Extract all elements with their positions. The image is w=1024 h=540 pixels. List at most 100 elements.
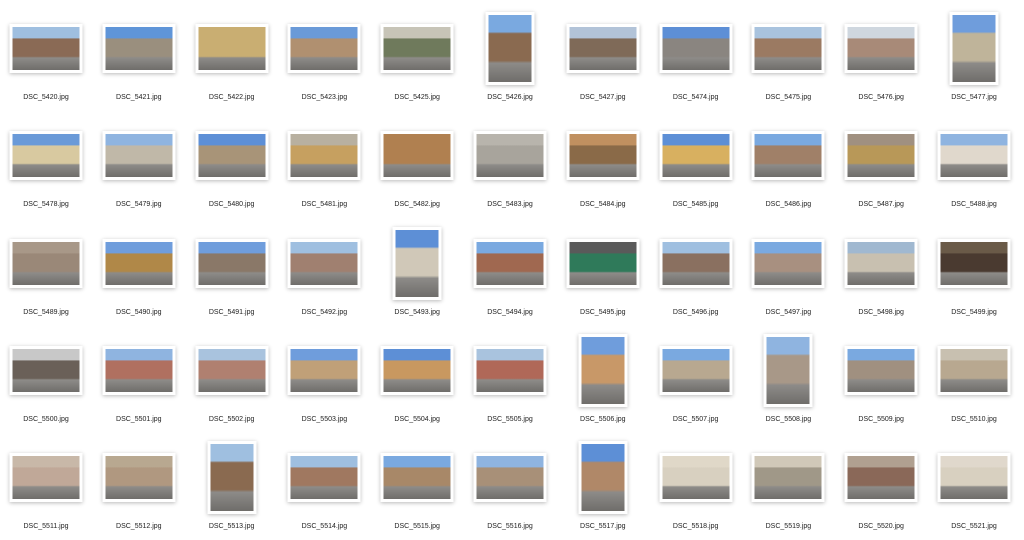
file-name-label[interactable]: DSC_5518.jpg [650, 523, 742, 530]
file-thumbnail[interactable] [195, 238, 269, 288]
file-thumbnail[interactable] [287, 238, 361, 288]
file-name-label[interactable]: DSC_5427.jpg [557, 94, 649, 101]
file-item[interactable]: DSC_5499.jpg [928, 219, 1020, 326]
file-thumbnail[interactable] [937, 238, 1011, 288]
file-name-label[interactable]: DSC_5519.jpg [742, 523, 834, 530]
file-name-label[interactable]: DSC_5520.jpg [835, 523, 927, 530]
file-name-label[interactable]: DSC_5514.jpg [278, 523, 370, 530]
file-item[interactable]: DSC_5491.jpg [186, 219, 278, 326]
file-thumbnail[interactable] [566, 131, 640, 181]
file-name-label[interactable]: DSC_5500.jpg [0, 416, 92, 423]
file-name-label[interactable]: DSC_5493.jpg [371, 309, 463, 316]
file-item[interactable]: DSC_5420.jpg [0, 4, 92, 111]
file-item[interactable]: DSC_5518.jpg [650, 433, 742, 540]
file-name-label[interactable]: DSC_5499.jpg [928, 309, 1020, 316]
file-thumbnail[interactable] [9, 453, 83, 503]
file-name-label[interactable]: DSC_5497.jpg [742, 309, 834, 316]
file-thumbnail[interactable] [659, 453, 733, 503]
file-thumbnail[interactable] [751, 238, 825, 288]
file-name-label[interactable]: DSC_5474.jpg [650, 94, 742, 101]
file-thumbnail[interactable] [937, 131, 1011, 181]
file-item[interactable]: DSC_5496.jpg [650, 219, 742, 326]
file-item[interactable]: DSC_5505.jpg [464, 326, 556, 433]
file-name-label[interactable]: DSC_5479.jpg [93, 201, 185, 208]
file-name-label[interactable]: DSC_5503.jpg [278, 416, 370, 423]
file-thumbnail[interactable] [763, 333, 813, 407]
file-thumbnail[interactable] [473, 238, 547, 288]
file-name-label[interactable]: DSC_5513.jpg [186, 523, 278, 530]
file-item[interactable]: DSC_5487.jpg [835, 111, 927, 218]
file-thumbnail[interactable] [578, 441, 628, 515]
file-item[interactable]: DSC_5483.jpg [464, 111, 556, 218]
file-thumbnail[interactable] [751, 131, 825, 181]
file-thumbnail[interactable] [844, 345, 918, 395]
file-thumbnail[interactable] [659, 345, 733, 395]
file-name-label[interactable]: DSC_5485.jpg [650, 201, 742, 208]
file-item[interactable]: DSC_5421.jpg [93, 4, 185, 111]
file-name-label[interactable]: DSC_5423.jpg [278, 94, 370, 101]
file-item[interactable]: DSC_5425.jpg [371, 4, 463, 111]
file-thumbnail[interactable] [844, 24, 918, 73]
file-item[interactable]: DSC_5495.jpg [557, 219, 649, 326]
file-thumbnail[interactable] [659, 131, 733, 181]
file-item[interactable]: DSC_5426.jpg [464, 4, 556, 111]
file-item[interactable]: DSC_5515.jpg [371, 433, 463, 540]
file-thumbnail[interactable] [751, 24, 825, 73]
file-thumbnail[interactable] [287, 453, 361, 503]
file-name-label[interactable]: DSC_5508.jpg [742, 416, 834, 423]
file-thumbnail[interactable] [102, 345, 176, 395]
file-thumbnail[interactable] [380, 345, 454, 395]
file-item[interactable]: DSC_5479.jpg [93, 111, 185, 218]
file-thumbnail[interactable] [566, 24, 640, 73]
file-name-label[interactable]: DSC_5510.jpg [928, 416, 1020, 423]
file-name-label[interactable]: DSC_5489.jpg [0, 309, 92, 316]
file-item[interactable]: DSC_5503.jpg [278, 326, 370, 433]
file-name-label[interactable]: DSC_5486.jpg [742, 201, 834, 208]
file-item[interactable]: DSC_5486.jpg [742, 111, 834, 218]
file-thumbnail[interactable] [844, 131, 918, 181]
file-name-label[interactable]: DSC_5421.jpg [93, 94, 185, 101]
file-item[interactable]: DSC_5481.jpg [278, 111, 370, 218]
file-name-label[interactable]: DSC_5482.jpg [371, 201, 463, 208]
file-thumbnail[interactable] [207, 441, 257, 515]
file-item[interactable]: DSC_5475.jpg [742, 4, 834, 111]
file-item[interactable]: DSC_5502.jpg [186, 326, 278, 433]
file-item[interactable]: DSC_5476.jpg [835, 4, 927, 111]
file-name-label[interactable]: DSC_5422.jpg [186, 94, 278, 101]
file-name-label[interactable]: DSC_5490.jpg [93, 309, 185, 316]
file-name-label[interactable]: DSC_5480.jpg [186, 201, 278, 208]
file-thumbnail[interactable] [473, 453, 547, 503]
file-name-label[interactable]: DSC_5504.jpg [371, 416, 463, 423]
file-name-label[interactable]: DSC_5512.jpg [93, 523, 185, 530]
file-name-label[interactable]: DSC_5498.jpg [835, 309, 927, 316]
file-thumbnail[interactable] [9, 238, 83, 288]
file-thumbnail[interactable] [485, 12, 535, 85]
file-name-label[interactable]: DSC_5425.jpg [371, 94, 463, 101]
file-item[interactable]: DSC_5506.jpg [557, 326, 649, 433]
file-name-label[interactable]: DSC_5477.jpg [928, 94, 1020, 101]
file-thumbnail[interactable] [473, 345, 547, 395]
file-name-label[interactable]: DSC_5492.jpg [278, 309, 370, 316]
file-item[interactable]: DSC_5485.jpg [650, 111, 742, 218]
file-thumbnail[interactable] [195, 24, 269, 73]
file-item[interactable]: DSC_5508.jpg [742, 326, 834, 433]
file-item[interactable]: DSC_5504.jpg [371, 326, 463, 433]
file-name-label[interactable]: DSC_5511.jpg [0, 523, 92, 530]
file-item[interactable]: DSC_5507.jpg [650, 326, 742, 433]
file-name-label[interactable]: DSC_5501.jpg [93, 416, 185, 423]
file-name-label[interactable]: DSC_5502.jpg [186, 416, 278, 423]
file-thumbnail[interactable] [195, 345, 269, 395]
file-name-label[interactable]: DSC_5475.jpg [742, 94, 834, 101]
file-name-label[interactable]: DSC_5516.jpg [464, 523, 556, 530]
file-name-label[interactable]: DSC_5495.jpg [557, 309, 649, 316]
file-item[interactable]: DSC_5519.jpg [742, 433, 834, 540]
file-thumbnail[interactable] [102, 238, 176, 288]
file-item[interactable]: DSC_5516.jpg [464, 433, 556, 540]
file-item[interactable]: DSC_5423.jpg [278, 4, 370, 111]
file-name-label[interactable]: DSC_5483.jpg [464, 201, 556, 208]
file-thumbnail[interactable] [578, 333, 628, 407]
file-item[interactable]: DSC_5480.jpg [186, 111, 278, 218]
file-item[interactable]: DSC_5517.jpg [557, 433, 649, 540]
file-thumbnail[interactable] [659, 238, 733, 288]
file-item[interactable]: DSC_5484.jpg [557, 111, 649, 218]
